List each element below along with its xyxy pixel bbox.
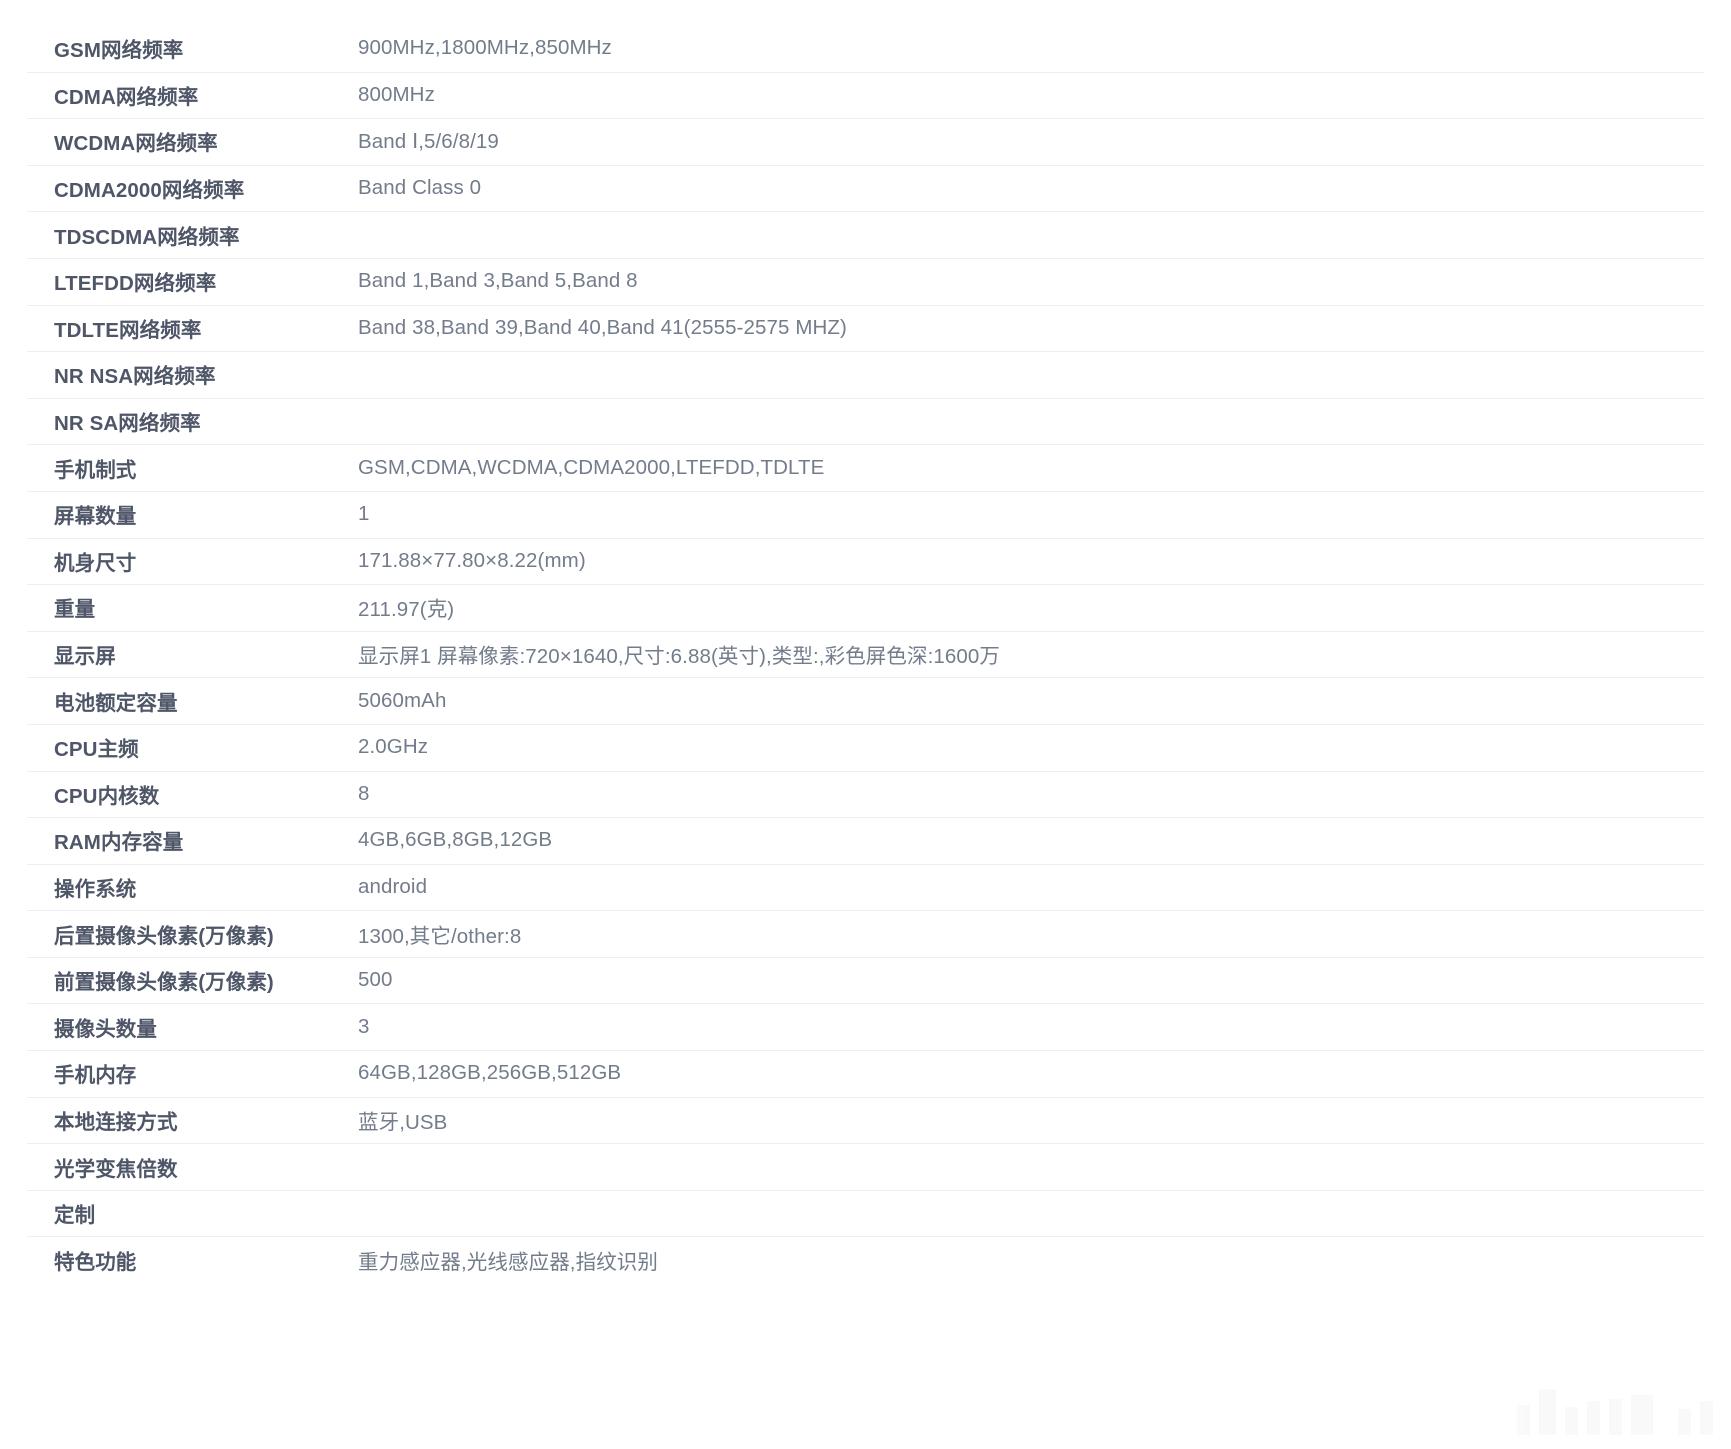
table-row: NR NSA网络频率 <box>0 351 1731 398</box>
table-row: GSM网络频率 900MHz,1800MHz,850MHz <box>0 25 1731 72</box>
spec-label: LTEFDD网络频率 <box>54 272 217 296</box>
spec-label: GSM网络频率 <box>54 39 184 63</box>
table-row: 特色功能 重力感应器,光线感应器,指纹识别 <box>0 1236 1731 1283</box>
table-row: 屏幕数量 1 <box>0 490 1731 538</box>
spec-label: NR NSA网络频率 <box>54 365 216 389</box>
spec-label: 定制 <box>54 1204 96 1228</box>
table-row: 机身尺寸 171.88×77.80×8.22(mm) <box>0 537 1731 585</box>
table-row: 本地连接方式 蓝牙,USB <box>0 1096 1731 1144</box>
watermark-bar <box>1565 1407 1578 1435</box>
spec-value: 1 <box>358 502 370 526</box>
table-row: 手机制式 GSM,CDMA,WCDMA,CDMA2000,LTEFDD,TDLTE <box>0 444 1731 491</box>
spec-value: 64GB,128GB,256GB,512GB <box>358 1061 622 1085</box>
spec-value: 5060mAh <box>358 688 447 712</box>
spec-value <box>358 223 1731 247</box>
watermark-bar <box>1587 1401 1600 1435</box>
spec-label: 手机内存 <box>54 1064 137 1088</box>
spec-value: Band Ⅰ,5/6/8/19 <box>358 129 499 153</box>
spec-label: 本地连接方式 <box>54 1110 178 1134</box>
table-row: 显示屏 显示屏1 屏幕像素:720×1640,尺寸:6.88(英寸),类型:,彩色… <box>0 630 1731 678</box>
watermark-bar <box>1517 1405 1530 1435</box>
spec-label: 手机制式 <box>54 458 137 482</box>
spec-label: NR SA网络频率 <box>54 412 201 436</box>
spec-label: WCDMA网络频率 <box>54 132 218 156</box>
table-row: 定制 <box>0 1189 1731 1237</box>
spec-value: Band Class 0 <box>358 176 482 200</box>
spec-value <box>358 1201 1731 1225</box>
table-row: WCDMA网络频率 Band Ⅰ,5/6/8/19 <box>0 118 1731 165</box>
spec-value: 8 <box>358 781 370 805</box>
spec-value: 171.88×77.80×8.22(mm) <box>358 548 586 572</box>
spec-value: Band 38,Band 39,Band 40,Band 41(2555-257… <box>358 315 847 339</box>
table-row: NR SA网络频率 <box>0 397 1731 445</box>
spec-label: CDMA网络频率 <box>54 85 199 109</box>
watermark-bar <box>1700 1401 1713 1435</box>
table-row: 手机内存 64GB,128GB,256GB,512GB <box>0 1050 1731 1097</box>
watermark-logo <box>1517 1389 1713 1435</box>
table-row: TDLTE网络频率 Band 38,Band 39,Band 40,Band 41… <box>0 304 1731 352</box>
spec-label: CDMA2000网络频率 <box>54 179 245 203</box>
spec-value: 211.97(克) <box>358 598 455 622</box>
spec-value: 蓝牙,USB <box>358 1110 448 1134</box>
table-row: 重量 211.97(克) <box>0 584 1731 631</box>
spec-value: android <box>358 874 428 898</box>
watermark-bar <box>1539 1389 1556 1435</box>
spec-label: 显示屏 <box>54 645 116 669</box>
spec-label: 屏幕数量 <box>54 505 137 529</box>
spec-label: 摄像头数量 <box>54 1017 157 1041</box>
watermark-bar <box>1609 1399 1622 1435</box>
spec-value: Band 1,Band 3,Band 5,Band 8 <box>358 269 638 293</box>
watermark-bar <box>1678 1409 1691 1435</box>
spec-label: 电池额定容量 <box>54 691 178 715</box>
spec-label: 光学变焦倍数 <box>54 1157 178 1181</box>
table-row: CDMA2000网络频率 Band Class 0 <box>0 164 1731 212</box>
spec-label: RAM内存容量 <box>54 831 184 855</box>
table-row: TDSCDMA网络频率 <box>0 211 1731 258</box>
spec-value: 2.0GHz <box>358 735 429 759</box>
spec-label: 后置摄像头像素(万像素) <box>54 924 274 948</box>
spec-value: GSM,CDMA,WCDMA,CDMA2000,LTEFDD,TDLTE <box>358 455 825 479</box>
watermark-bar <box>1631 1395 1653 1435</box>
table-row: 前置摄像头像素(万像素) 500 <box>0 956 1731 1004</box>
table-row: CPU主频 2.0GHz <box>0 723 1731 771</box>
spec-label: 重量 <box>54 598 96 622</box>
spec-value: 3 <box>358 1014 370 1038</box>
spec-value: 800MHz <box>358 82 435 106</box>
spec-value <box>358 362 1731 386</box>
spec-value <box>358 1155 1731 1179</box>
spec-label: CPU主频 <box>54 738 139 762</box>
table-row: CPU内核数 8 <box>0 770 1731 818</box>
table-row: 电池额定容量 5060mAh <box>0 677 1731 724</box>
spec-value: 重力感应器,光线感应器,指纹识别 <box>358 1250 658 1274</box>
table-row: RAM内存容量 4GB,6GB,8GB,12GB <box>0 817 1731 864</box>
spec-label: 机身尺寸 <box>54 551 137 575</box>
spec-label: CPU内核数 <box>54 784 160 808</box>
spec-label: TDSCDMA网络频率 <box>54 225 240 249</box>
table-row: 后置摄像头像素(万像素) 1300,其它/other:8 <box>0 910 1731 957</box>
table-row: 操作系统 android <box>0 863 1731 911</box>
spec-label: TDLTE网络频率 <box>54 318 202 342</box>
table-row: 光学变焦倍数 <box>0 1143 1731 1190</box>
spec-value: 900MHz,1800MHz,850MHz <box>358 36 612 60</box>
table-row: CDMA网络频率 800MHz <box>0 71 1731 119</box>
spec-value: 显示屏1 屏幕像素:720×1640,尺寸:6.88(英寸),类型:,彩色屏色深… <box>358 645 1001 669</box>
table-row: 摄像头数量 3 <box>0 1003 1731 1050</box>
spec-label: 操作系统 <box>54 877 137 901</box>
spec-label: 特色功能 <box>54 1250 137 1274</box>
spec-label: 前置摄像头像素(万像素) <box>54 971 274 995</box>
spec-value: 500 <box>358 968 393 992</box>
table-row: LTEFDD网络频率 Band 1,Band 3,Band 5,Band 8 <box>0 257 1731 305</box>
specification-table: GSM网络频率 900MHz,1800MHz,850MHz CDMA网络频率 800M… <box>0 25 1731 1283</box>
spec-value: 1300,其它/other:8 <box>358 924 522 948</box>
spec-value: 4GB,6GB,8GB,12GB <box>358 828 553 852</box>
spec-value <box>358 409 1731 433</box>
